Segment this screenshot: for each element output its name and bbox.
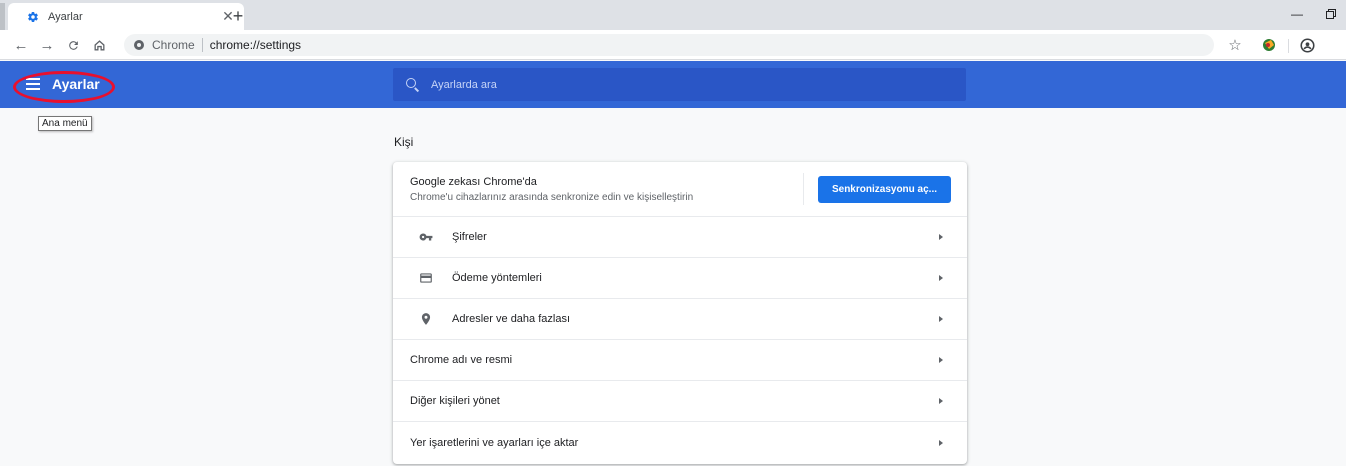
bookmark-star-icon[interactable]: ☆ (1224, 34, 1246, 56)
browser-toolbar: ← → Chrome chrome://settings ☆ (0, 30, 1346, 60)
hamburger-icon-line (26, 88, 40, 90)
row-label: Chrome adı ve resmi (410, 354, 513, 366)
row-label: Şifreler (452, 231, 487, 243)
chevron-right-icon (939, 275, 943, 281)
reload-button[interactable] (62, 34, 84, 56)
new-tab-button[interactable]: + (228, 6, 248, 26)
site-chip: Chrome (152, 38, 195, 52)
settings-row-chrome-name-picture[interactable]: Chrome adı ve resmi (393, 340, 967, 381)
page-title: Ayarlar (52, 76, 100, 92)
tab-strip: Ayarlar ✕ + — (0, 0, 1346, 30)
minimize-button[interactable]: — (1282, 4, 1312, 24)
toolbar-divider (1288, 39, 1289, 53)
search-icon (405, 77, 421, 93)
tab-strip-edge (0, 3, 5, 30)
people-card: Google zekası Chrome'da Chrome'u cihazla… (393, 162, 967, 464)
chevron-right-icon (939, 357, 943, 363)
row-label: Ödeme yöntemleri (452, 272, 542, 284)
address-bar[interactable]: Chrome chrome://settings (124, 34, 1214, 56)
sync-promo: Google zekası Chrome'da Chrome'u cihazla… (393, 162, 967, 217)
profile-avatar-icon[interactable] (1296, 34, 1318, 56)
tab-settings[interactable]: Ayarlar ✕ (8, 3, 244, 30)
settings-row-payment-methods[interactable]: Ödeme yöntemleri (393, 258, 967, 299)
settings-row-manage-people[interactable]: Diğer kişileri yönet (393, 381, 967, 422)
chevron-right-icon (939, 234, 943, 240)
section-title-people: Kişi (394, 135, 414, 149)
settings-row-import-bookmarks[interactable]: Yer işaretlerini ve ayarları içe aktar (393, 422, 967, 463)
key-icon (418, 229, 434, 245)
sync-subtitle: Chrome'u cihazlarınız arasında senkroniz… (410, 191, 694, 203)
sync-text: Google zekası Chrome'da Chrome'u cihazla… (410, 176, 803, 203)
chevron-right-icon (939, 439, 943, 446)
home-button[interactable] (88, 34, 110, 56)
search-input[interactable] (431, 78, 931, 91)
sync-divider (803, 173, 804, 205)
page-scroll-area (1328, 108, 1346, 466)
chrome-site-icon (134, 40, 144, 50)
back-button[interactable]: ← (10, 34, 32, 56)
omnibox-divider (201, 38, 203, 52)
credit-card-icon (418, 270, 434, 286)
settings-row-passwords[interactable]: Şifreler (393, 217, 967, 258)
sync-title: Google zekası Chrome'da (410, 175, 537, 188)
hamburger-icon-line (26, 83, 40, 85)
row-label: Yer işaretlerini ve ayarları içe aktar (410, 436, 579, 449)
settings-row-addresses[interactable]: Adresler ve daha fazlası (393, 299, 967, 340)
settings-search-box[interactable] (393, 68, 966, 101)
row-label: Adresler ve daha fazlası (452, 313, 571, 325)
main-menu-button[interactable] (22, 73, 44, 95)
chevron-right-icon (939, 316, 943, 322)
location-pin-icon (418, 311, 434, 327)
turn-on-sync-button[interactable]: Senkronizasyonu aç... (818, 175, 951, 203)
hamburger-icon-line (26, 78, 40, 80)
url-text: chrome://settings (209, 38, 302, 52)
forward-button[interactable]: → (36, 34, 58, 56)
restore-button[interactable] (1316, 4, 1346, 24)
main-menu-tooltip: Ana menü (38, 116, 92, 131)
extension-icon[interactable] (1258, 34, 1280, 56)
chevron-right-icon (939, 398, 943, 404)
gear-icon (26, 10, 40, 24)
tab-title: Ayarlar (48, 10, 83, 23)
row-label: Diğer kişileri yönet (410, 395, 500, 407)
